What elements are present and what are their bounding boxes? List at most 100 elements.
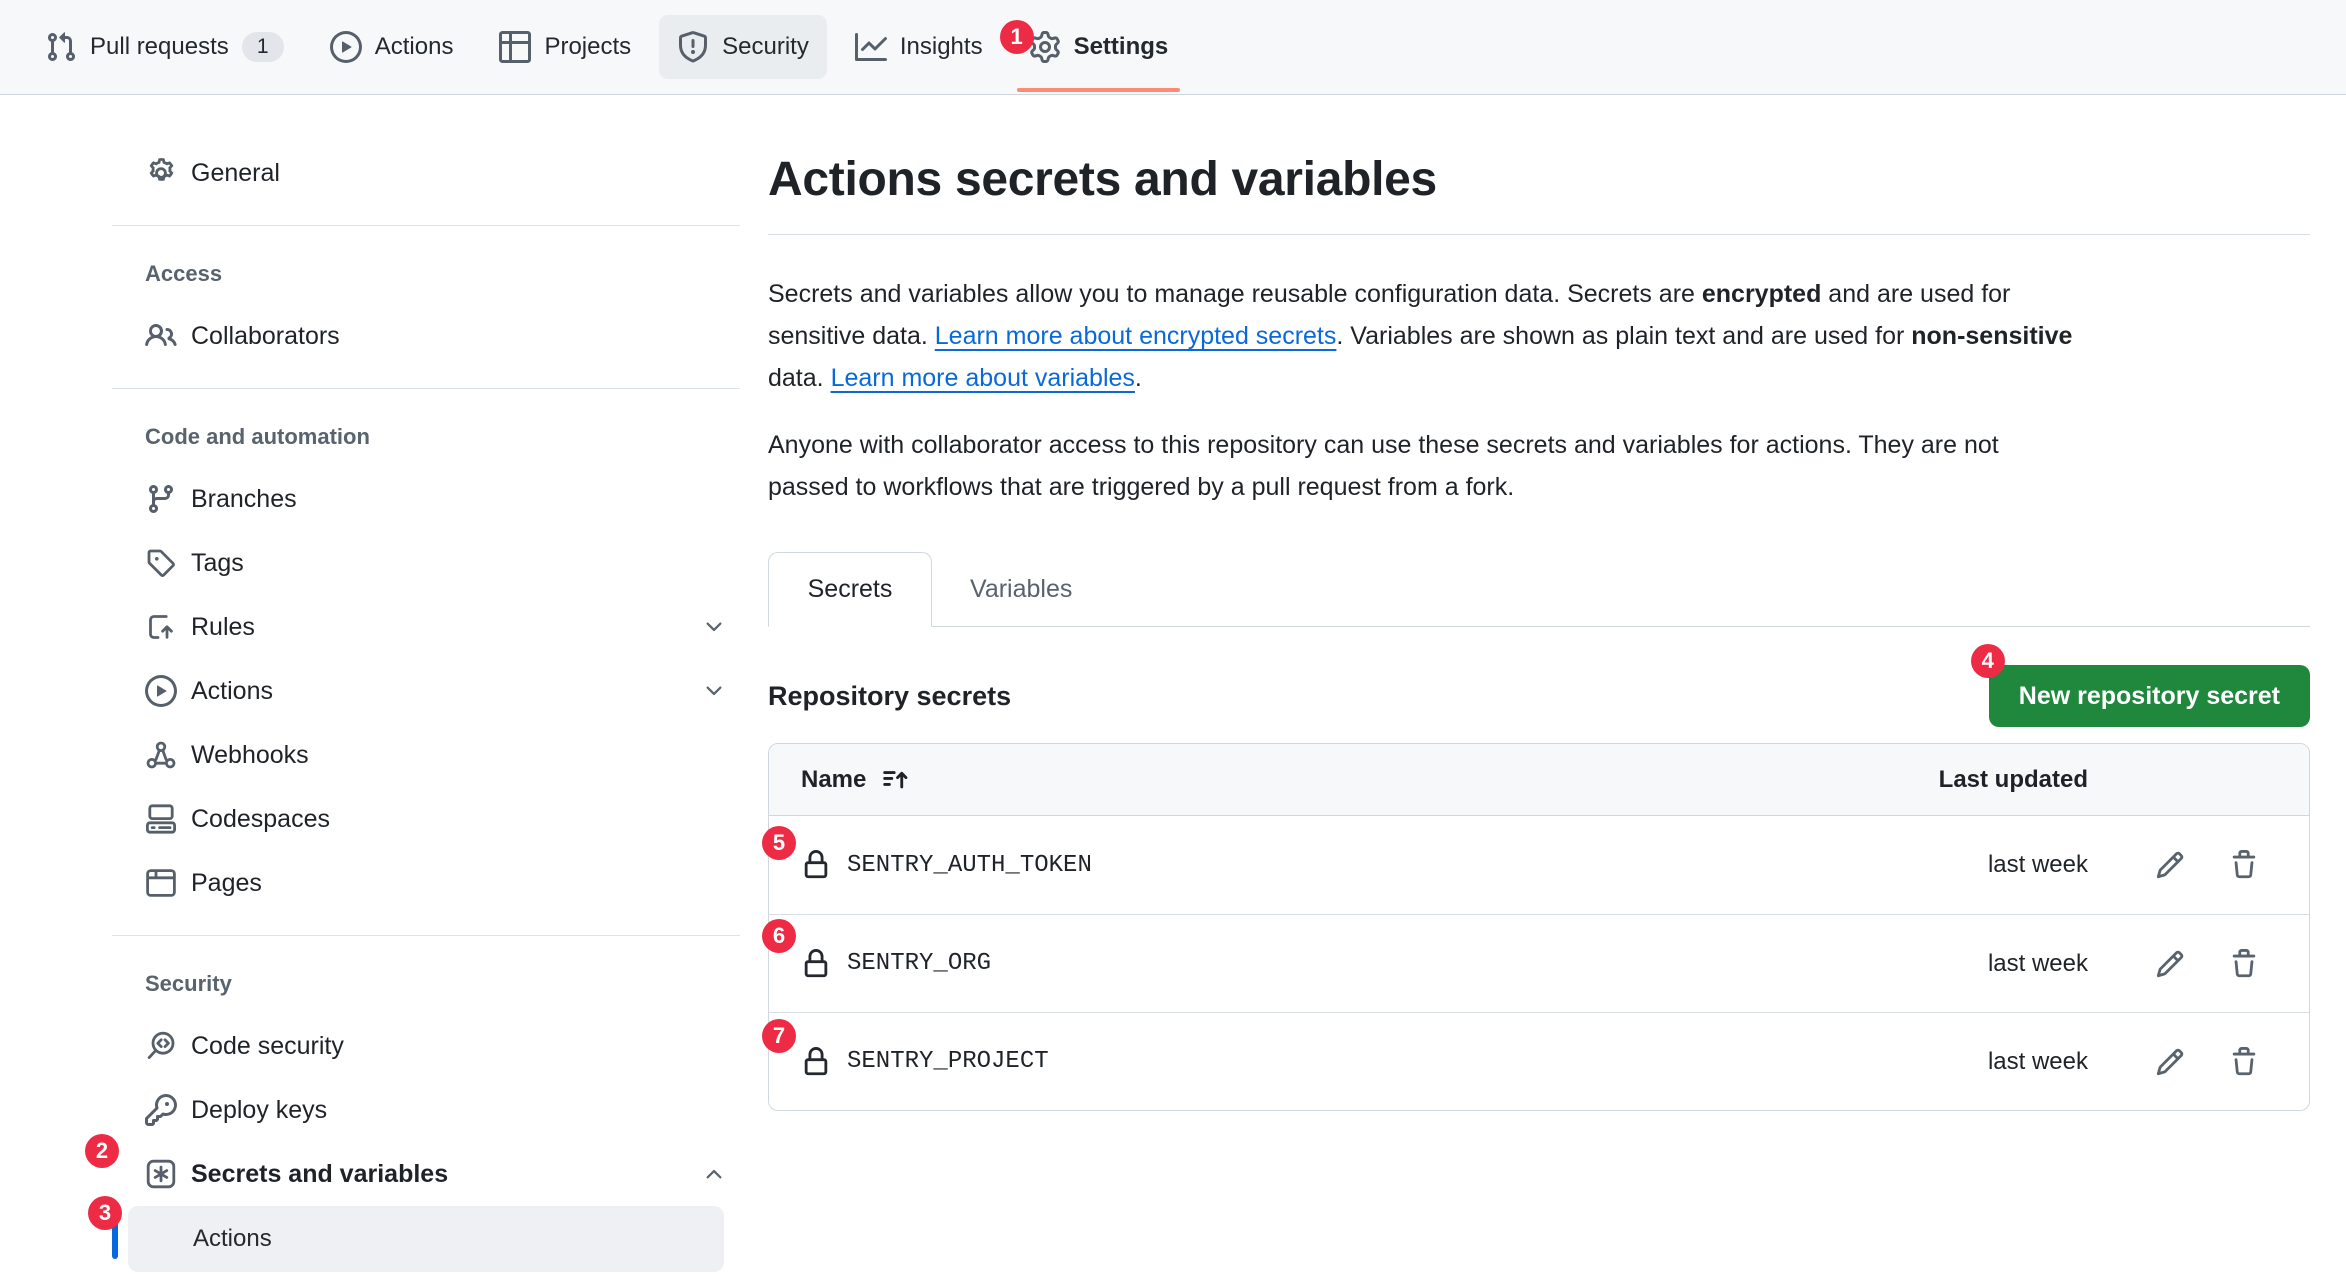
play-circle-icon bbox=[145, 675, 177, 707]
secrets-table-wrap: 5 6 7 Name Last updated SENTRY_AUTH_TOKE… bbox=[768, 743, 2310, 1111]
nav-tab-label: Settings bbox=[1074, 33, 1169, 61]
nav-tab-pull-requests[interactable]: Pull requests 1 bbox=[27, 15, 302, 79]
sidebar-item-branches[interactable]: Branches bbox=[112, 467, 740, 531]
sidebar-item-label: Webhooks bbox=[191, 741, 309, 770]
annotation-badge-2: 2 bbox=[85, 1134, 119, 1168]
trash-icon[interactable] bbox=[2229, 949, 2259, 979]
nav-tab-label: Pull requests bbox=[90, 33, 229, 61]
title-divider bbox=[768, 234, 2310, 235]
secrets-variables-tabnav: Secrets Variables bbox=[768, 552, 2310, 627]
new-repository-secret-button[interactable]: 4 New repository secret bbox=[1989, 665, 2310, 727]
nav-tab-security[interactable]: Security bbox=[659, 15, 827, 79]
last-updated-header-label: Last updated bbox=[1934, 766, 2124, 794]
sidebar-item-label: Actions bbox=[191, 677, 273, 706]
edit-pencil-icon[interactable] bbox=[2155, 1047, 2185, 1077]
nav-tab-label: Insights bbox=[900, 33, 983, 61]
repository-secrets-title: Repository secrets bbox=[768, 681, 1011, 712]
settings-sidebar: General Access Collaborators Code and au… bbox=[112, 95, 740, 1272]
encrypted-secrets-link[interactable]: Learn more about encrypted secrets bbox=[935, 322, 1337, 350]
secret-row-sentry-org: SENTRY_ORG last week bbox=[769, 914, 2309, 1012]
secret-name: SENTRY_AUTH_TOKEN bbox=[847, 852, 1092, 879]
table-icon bbox=[499, 31, 531, 63]
edit-pencil-icon[interactable] bbox=[2155, 949, 2185, 979]
sidebar-item-actions[interactable]: Actions bbox=[112, 659, 740, 723]
secret-actions-cell bbox=[2124, 1047, 2309, 1077]
sidebar-item-label: Rules bbox=[191, 613, 255, 642]
trash-icon[interactable] bbox=[2229, 1047, 2259, 1077]
annotation-badge-5: 5 bbox=[762, 826, 796, 860]
sidebar-item-secrets-and-variables[interactable]: 2 Secrets and variables bbox=[112, 1142, 740, 1206]
sidebar-item-collaborators[interactable]: Collaborators bbox=[112, 304, 740, 368]
variables-link[interactable]: Learn more about variables bbox=[831, 364, 1135, 392]
rules-icon bbox=[145, 611, 177, 643]
sidebar-item-tags[interactable]: Tags bbox=[112, 531, 740, 595]
sidebar-item-rules[interactable]: Rules bbox=[112, 595, 740, 659]
annotation-badge-7: 7 bbox=[762, 1019, 796, 1053]
new-repository-secret-label: New repository secret bbox=[2019, 682, 2280, 710]
sidebar-section-code-and-automation: Code and automation bbox=[112, 417, 740, 457]
tab-variables[interactable]: Variables bbox=[932, 552, 1110, 626]
secret-name-cell: SENTRY_PROJECT bbox=[769, 1047, 1934, 1077]
nav-tab-settings[interactable]: 1 Settings bbox=[1011, 15, 1187, 79]
codespaces-icon bbox=[145, 803, 177, 835]
sidebar-item-label: Collaborators bbox=[191, 322, 340, 351]
sidebar-item-label: Code security bbox=[191, 1032, 344, 1061]
sidebar-item-label: Branches bbox=[191, 485, 297, 514]
annotation-badge-3: 3 bbox=[88, 1196, 122, 1230]
trash-icon[interactable] bbox=[2229, 850, 2259, 880]
intro-text: . Variables are shown as plain text and … bbox=[1336, 322, 1911, 350]
intro-line: data. Learn more about variables. bbox=[768, 357, 2310, 399]
secret-name: SENTRY_PROJECT bbox=[847, 1048, 1049, 1075]
nav-tab-label: Actions bbox=[375, 33, 454, 61]
intro-text: data. bbox=[768, 364, 831, 392]
secret-name-cell: SENTRY_AUTH_TOKEN bbox=[769, 850, 1934, 880]
sidebar-item-label: Tags bbox=[191, 549, 244, 578]
git-pull-request-icon bbox=[45, 31, 77, 63]
intro-text: Secrets and variables allow you to manag… bbox=[768, 280, 1702, 308]
secret-row-sentry-auth-token: SENTRY_AUTH_TOKEN last week bbox=[769, 816, 2309, 914]
intro-text: . bbox=[1135, 364, 1142, 392]
sidebar-item-pages[interactable]: Pages bbox=[112, 851, 740, 915]
sidebar-section-security: Security bbox=[112, 964, 740, 1004]
edit-pencil-icon[interactable] bbox=[2155, 850, 2185, 880]
nav-tab-actions[interactable]: Actions bbox=[312, 15, 472, 79]
sidebar-subitem-actions-selected[interactable]: Actions bbox=[128, 1206, 724, 1272]
sidebar-item-label: Pages bbox=[191, 869, 262, 898]
browser-icon bbox=[145, 867, 177, 899]
secret-last-updated: last week bbox=[1934, 950, 2124, 978]
webhook-icon bbox=[145, 739, 177, 771]
nav-tab-projects[interactable]: Projects bbox=[481, 15, 649, 79]
git-branch-icon bbox=[145, 483, 177, 515]
sidebar-item-deploy-keys[interactable]: Deploy keys bbox=[112, 1078, 740, 1142]
nav-tab-insights[interactable]: Insights bbox=[837, 15, 1001, 79]
sidebar-divider bbox=[112, 388, 740, 389]
access-line: Anyone with collaborator access to this … bbox=[768, 424, 2310, 466]
chevron-down-icon bbox=[702, 615, 726, 639]
name-header-label: Name bbox=[801, 766, 866, 794]
name-header-cell[interactable]: Name bbox=[769, 766, 1934, 794]
repo-tab-bar: Pull requests 1 Actions Projects Securit… bbox=[0, 0, 2346, 95]
secret-actions-cell bbox=[2124, 949, 2309, 979]
sidebar-item-codespaces[interactable]: Codespaces bbox=[112, 787, 740, 851]
pull-requests-counter: 1 bbox=[242, 32, 284, 62]
sidebar-item-general[interactable]: General bbox=[112, 141, 740, 205]
tag-icon bbox=[145, 547, 177, 579]
shield-icon bbox=[677, 31, 709, 63]
access-paragraph: Anyone with collaborator access to this … bbox=[768, 424, 2310, 508]
tab-secrets[interactable]: Secrets bbox=[768, 552, 932, 627]
sidebar-item-code-security[interactable]: Code security bbox=[112, 1014, 740, 1078]
secret-last-updated: last week bbox=[1934, 1048, 2124, 1076]
nav-tab-label: Projects bbox=[544, 33, 631, 61]
main-content: Actions secrets and variables Secrets an… bbox=[768, 95, 2310, 1111]
lock-icon bbox=[801, 949, 831, 979]
sidebar-subitem-row: 3 Actions bbox=[112, 1206, 740, 1272]
key-icon bbox=[145, 1094, 177, 1126]
secret-last-updated: last week bbox=[1934, 851, 2124, 879]
intro-bold-non-sensitive: non-sensitive bbox=[1911, 322, 2072, 350]
intro-paragraph: Secrets and variables allow you to manag… bbox=[768, 273, 2310, 399]
play-circle-icon bbox=[330, 31, 362, 63]
sidebar-item-webhooks[interactable]: Webhooks bbox=[112, 723, 740, 787]
intro-text: and are used for bbox=[1821, 280, 2010, 308]
annotation-badge-1: 1 bbox=[1000, 20, 1034, 54]
secrets-table-header: Name Last updated bbox=[769, 744, 2309, 816]
